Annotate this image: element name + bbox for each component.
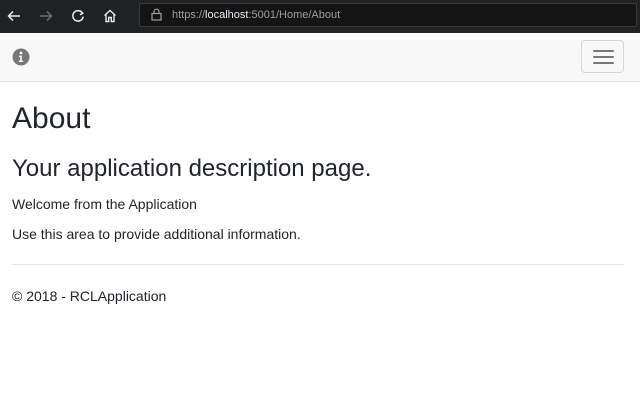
app-navbar <box>0 33 640 82</box>
refresh-icon <box>72 9 85 22</box>
home-button[interactable] <box>98 4 122 28</box>
url-host: localhost <box>205 9 249 21</box>
browser-toolbar: https://localhost:5001/Home/About <box>0 0 640 33</box>
arrow-left-icon <box>7 10 20 22</box>
page-title: About <box>12 102 91 135</box>
hamburger-menu-icon <box>593 56 614 58</box>
footer-divider <box>12 264 624 265</box>
home-icon <box>104 9 116 23</box>
arrow-right-icon <box>40 10 53 22</box>
info-icon[interactable] <box>12 48 30 66</box>
footer-text: © 2018 - RCLApplication <box>12 288 167 304</box>
hamburger-menu-icon <box>593 50 614 52</box>
url-scheme: https:// <box>172 9 206 21</box>
info-text: Use this area to provide additional info… <box>12 226 301 242</box>
welcome-text: Welcome from the Application <box>12 196 197 212</box>
lock-icon <box>151 8 162 21</box>
page-subtitle: Your application description page. <box>12 155 372 182</box>
hamburger-menu-icon <box>593 62 614 64</box>
navbar-toggle-button[interactable] <box>581 40 624 73</box>
refresh-button[interactable] <box>66 4 90 28</box>
back-button[interactable] <box>2 4 26 28</box>
forward-button[interactable] <box>34 4 58 28</box>
address-bar[interactable]: https://localhost:5001/Home/About <box>139 3 637 27</box>
url-text[interactable]: https://localhost:5001/Home/About <box>172 9 340 21</box>
url-path: :5001/Home/About <box>248 9 341 21</box>
